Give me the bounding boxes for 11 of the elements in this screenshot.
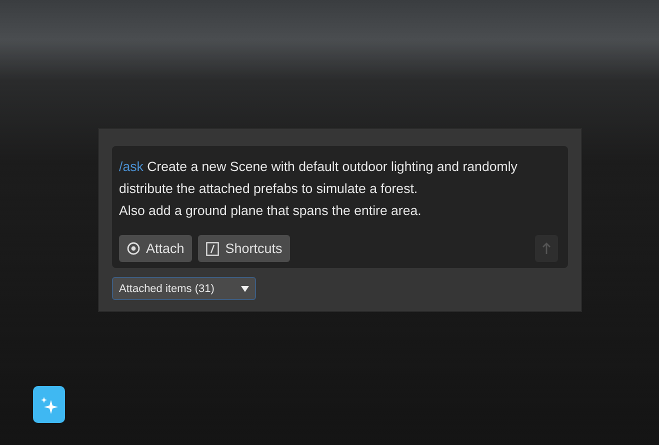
up-arrow-icon (542, 242, 551, 255)
shortcuts-button[interactable]: Shortcuts (198, 235, 290, 262)
attached-items-dropdown[interactable]: Attached items (31) (112, 277, 256, 300)
caret-icon (241, 286, 249, 292)
prompt-text: /ask Create a new Scene with default outdoor lighting and randomly distribute the attached prefabs to simulate a forest. Also add a ground plane that spans the entire area. (119, 158, 518, 220)
target-icon (127, 242, 140, 255)
prompt-input[interactable]: /ask Create a new Scene with default outdoor lighting and randomly distribute the attached prefabs to simulate a forest. Also add a ground plane that spans the entire area. Attach Shortcuts (112, 146, 568, 268)
attach-button[interactable]: Attach (119, 235, 192, 262)
slash-key-icon (206, 242, 220, 256)
sparkle-icon (39, 394, 59, 414)
sparkle-button[interactable] (33, 386, 65, 423)
